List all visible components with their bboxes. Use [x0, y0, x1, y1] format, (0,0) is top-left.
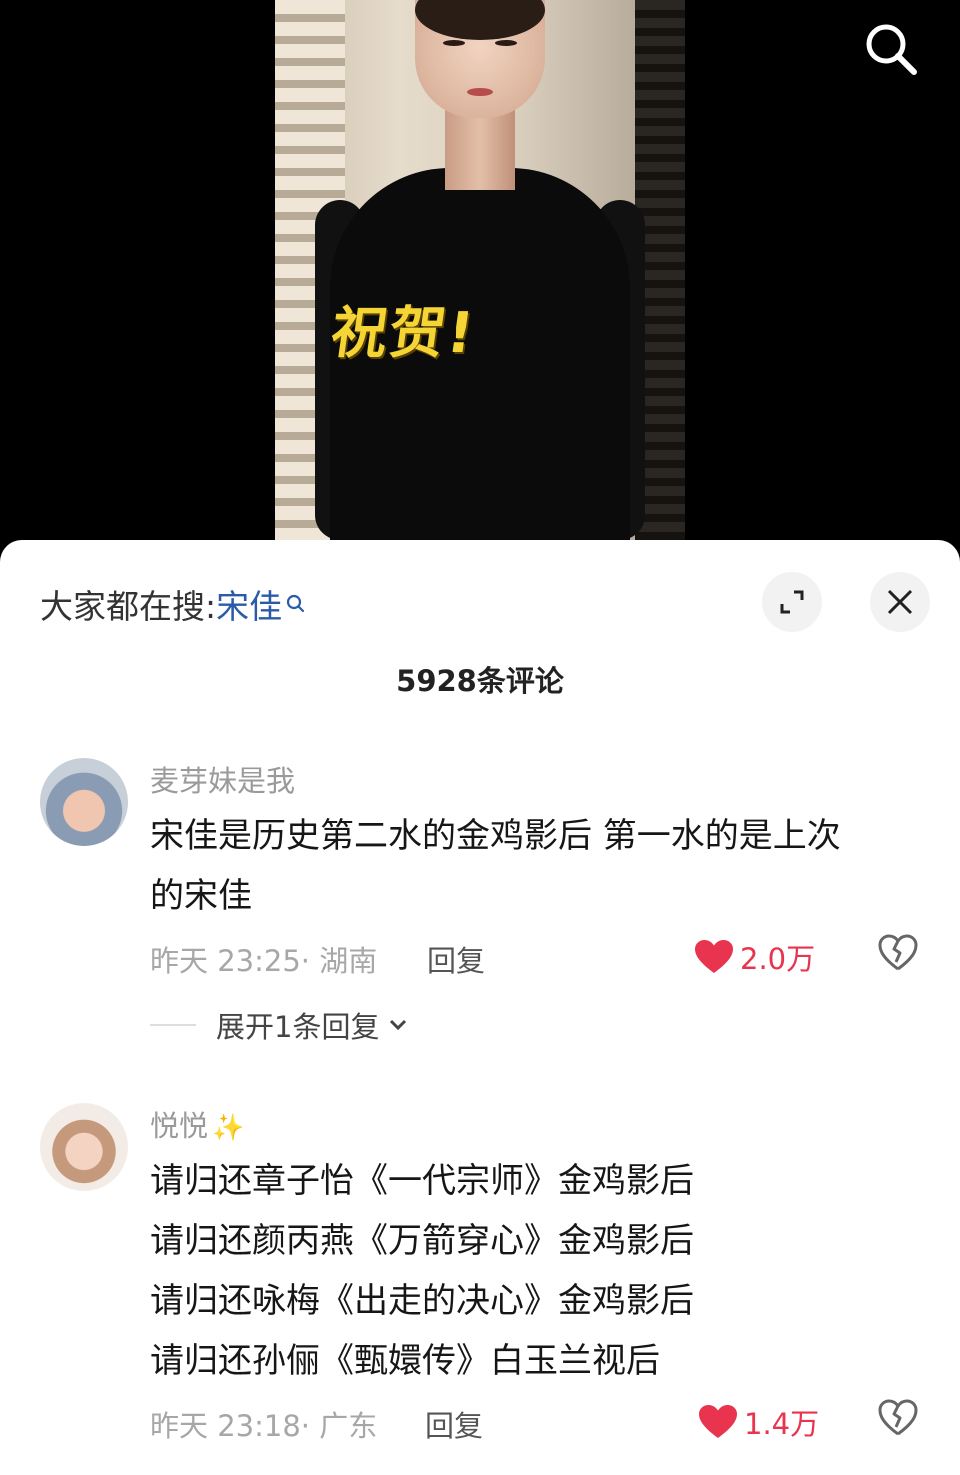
chevron-down-icon — [390, 1019, 407, 1031]
search-icon[interactable] — [860, 18, 920, 78]
comment-time: 昨天 23:25 — [150, 944, 301, 978]
comment-text-line: 宋佳是历史第二水的金鸡影后 第一水的是上次 — [150, 816, 841, 856]
comment-location: · 湖南 — [300, 944, 378, 978]
comment-text-line: 请归还咏梅《出走的决心》金鸡影后 — [150, 1281, 694, 1321]
heart-icon — [695, 940, 733, 973]
like-count: 1.4万 — [744, 1407, 820, 1441]
avatar[interactable] — [40, 1103, 128, 1191]
close-icon — [887, 589, 913, 615]
like-button[interactable]: 1.4万 — [698, 1401, 819, 1443]
dislike-button[interactable] — [878, 934, 918, 976]
broken-heart-icon — [878, 934, 918, 971]
video-player[interactable]: 祝贺! — [0, 0, 960, 560]
eye-left — [443, 40, 465, 46]
comment-count: 5928条评论 — [396, 664, 564, 698]
comment-sheet: 大家都在搜: 宋佳 5928条评论 麦芽妹是我 宋佳是历史第二水的金鸡影后 第一… — [0, 540, 960, 1475]
comment-meta: 昨天 23:25 · 湖南 — [150, 938, 377, 980]
comment-username-text: 悦悦 — [150, 1109, 209, 1143]
divider-line — [150, 1024, 196, 1026]
eye-right — [495, 40, 517, 46]
comment-username[interactable]: 悦悦 ✨ — [150, 1103, 244, 1145]
lips — [467, 88, 493, 96]
sparkle-icon: ✨ — [212, 1113, 245, 1143]
reply-button[interactable]: 回复 — [425, 1403, 483, 1445]
comment-username[interactable]: 麦芽妹是我 — [150, 758, 295, 800]
expand-icon — [780, 590, 804, 614]
comment-text-line: 请归还孙俪《甄嬛传》白玉兰视后 — [150, 1341, 660, 1381]
expand-replies-button[interactable]: 展开1条回复 — [150, 1004, 407, 1046]
trending-search-prefix: 大家都在搜: — [40, 587, 217, 626]
video-frame: 祝贺! — [275, 0, 685, 560]
comment-location: · 广东 — [300, 1409, 378, 1443]
trending-search[interactable]: 大家都在搜: 宋佳 — [40, 580, 306, 628]
comment-text-line: 的宋佳 — [150, 876, 252, 916]
expand-replies-label: 展开1条回复 — [216, 1010, 380, 1044]
heart-icon — [699, 1405, 737, 1438]
like-button[interactable]: 2.0万 — [694, 936, 815, 978]
comment-text-line: 请归还章子怡《一代宗师》金鸡影后 — [150, 1161, 694, 1201]
broken-heart-icon — [878, 1399, 918, 1436]
comment-meta: 昨天 23:18 · 广东 — [150, 1403, 377, 1445]
neck — [445, 110, 515, 190]
dislike-button[interactable] — [878, 1399, 918, 1441]
reply-button[interactable]: 回复 — [427, 938, 485, 980]
like-count: 2.0万 — [740, 942, 816, 976]
comment-time: 昨天 23:18 — [150, 1409, 301, 1443]
close-button[interactable] — [870, 572, 930, 632]
comment-text-line: 请归还颜丙燕《万箭穿心》金鸡影后 — [150, 1221, 694, 1261]
trending-search-keyword[interactable]: 宋佳 — [216, 580, 282, 628]
avatar[interactable] — [40, 758, 128, 846]
expand-button[interactable] — [762, 572, 822, 632]
video-caption: 祝贺! — [326, 301, 480, 366]
small-search-icon — [286, 586, 306, 613]
